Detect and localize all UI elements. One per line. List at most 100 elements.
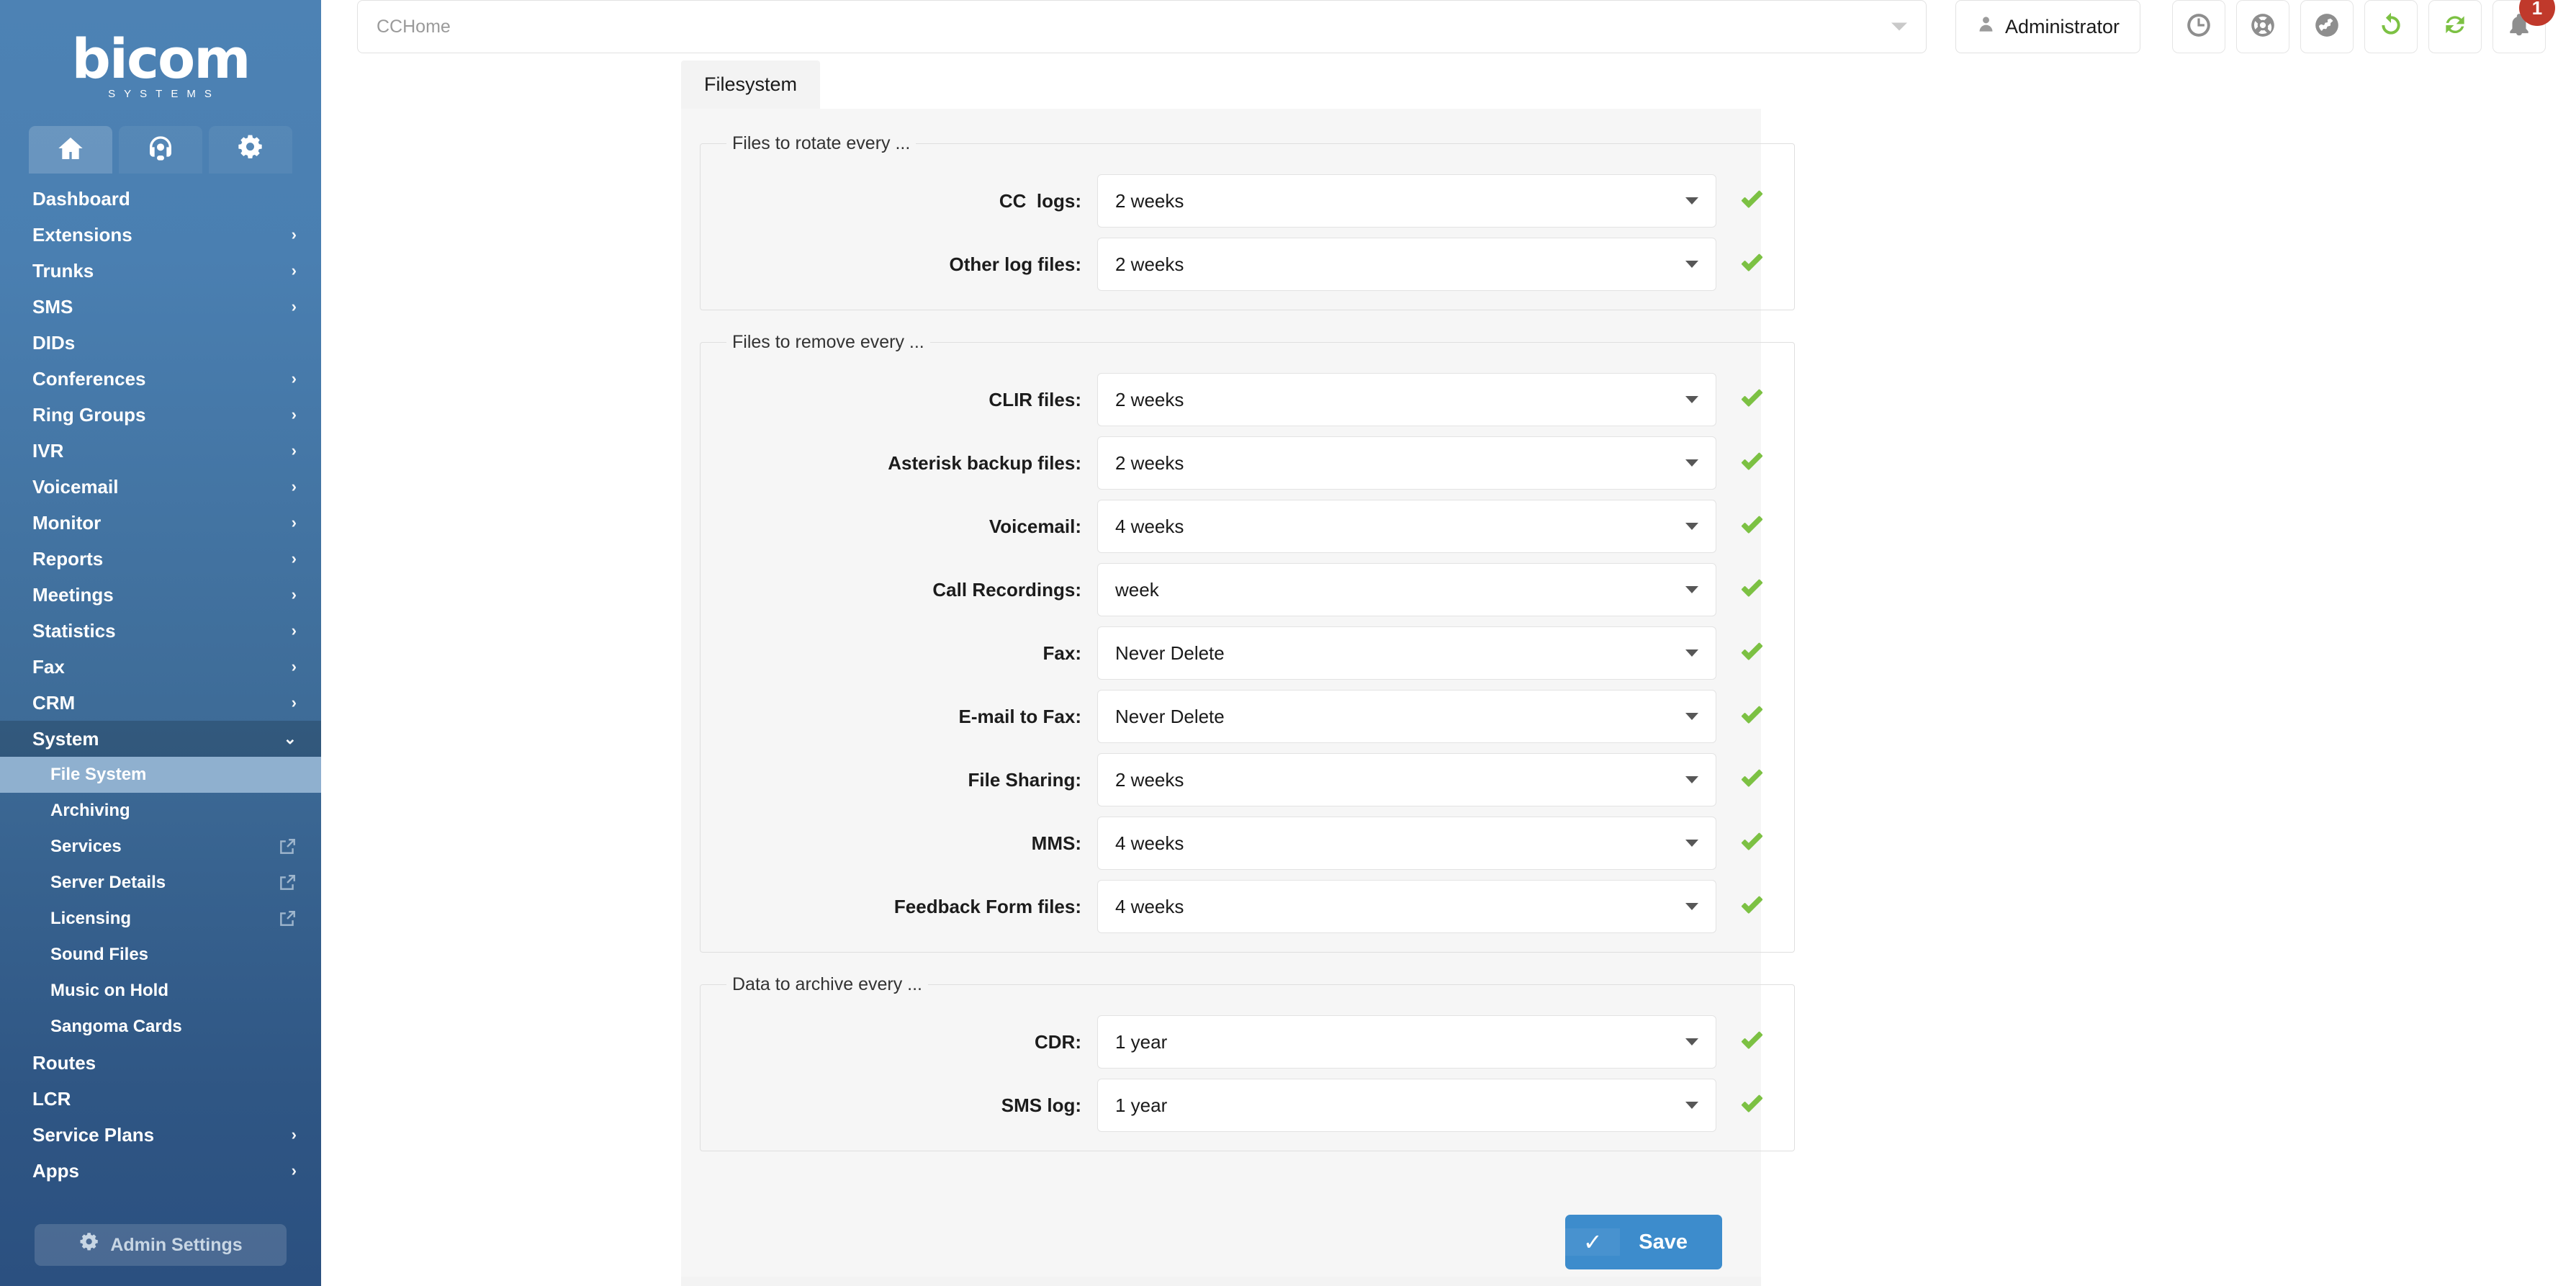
sidebar-item-ring-groups[interactable]: Ring Groups › — [0, 397, 321, 433]
sidebar-item-system[interactable]: System ⌄ — [0, 721, 321, 757]
cc-logs-select[interactable]: 2 weeks — [1097, 174, 1716, 228]
home-tab[interactable] — [29, 126, 112, 174]
gears-icon — [236, 134, 265, 166]
sidebar-item-label: Licensing — [50, 909, 132, 928]
chevron-down-icon — [1685, 776, 1698, 783]
section-files-to-rotate: Files to rotate every ... CC logs: 2 wee… — [700, 133, 1795, 310]
sidebar-item-server-details[interactable]: Server Details — [0, 865, 321, 901]
form-row: Call Recordings: week — [726, 563, 1768, 616]
sidebar-item-file-system[interactable]: File System — [0, 757, 321, 793]
sidebar-item-apps[interactable]: Apps › — [0, 1153, 321, 1189]
sidebar-item-licensing[interactable]: Licensing — [0, 901, 321, 937]
mms-select[interactable]: 4 weeks — [1097, 817, 1716, 870]
language-button[interactable] — [2300, 0, 2354, 53]
brand-logo: bicom SYSTEMS — [0, 0, 321, 126]
sidebar-item-voicemail[interactable]: Voicemail › — [0, 469, 321, 505]
chevron-right-icon: › — [291, 441, 297, 459]
status-ok-icon — [1737, 891, 1768, 922]
search-input[interactable]: CCHome — [357, 0, 1927, 53]
toolbar-icons: 1 — [2172, 0, 2555, 53]
form-row: MMS: 4 weeks — [726, 817, 1768, 870]
sms-log-select[interactable]: 1 year — [1097, 1079, 1716, 1132]
status-ok-icon — [1737, 637, 1768, 669]
form-row: Fax: Never Delete — [726, 626, 1768, 680]
sidebar-item-monitor[interactable]: Monitor › — [0, 505, 321, 541]
email-to-fax-select[interactable]: Never Delete — [1097, 690, 1716, 743]
field-label: Other log files: — [949, 253, 1081, 275]
form-row: CDR: 1 year — [726, 1015, 1768, 1069]
sidebar-item-routes[interactable]: Routes — [0, 1045, 321, 1081]
field-label: CLIR files: — [988, 388, 1081, 410]
file-sharing-select[interactable]: 2 weeks — [1097, 753, 1716, 806]
save-button[interactable]: ✓ Save — [1565, 1215, 1722, 1269]
top-bar: CCHome Administrator 1 — [321, 0, 2576, 53]
chevron-right-icon: › — [291, 621, 297, 639]
select-value: 2 weeks — [1115, 451, 1184, 474]
sidebar: bicom SYSTEMS Dashboard Extensions › Tru… — [0, 0, 321, 1286]
sidebar-item-statistics[interactable]: Statistics › — [0, 613, 321, 649]
sidebar-item-sangoma-cards[interactable]: Sangoma Cards — [0, 1009, 321, 1045]
sidebar-item-label: Monitor — [32, 511, 102, 534]
admin-settings-button[interactable]: Admin Settings — [35, 1224, 287, 1266]
sidebar-item-archiving[interactable]: Archiving — [0, 793, 321, 829]
settings-tab[interactable] — [209, 126, 292, 174]
sync-button[interactable] — [2428, 0, 2482, 53]
user-menu-button[interactable]: Administrator — [1955, 0, 2140, 53]
clock-button[interactable] — [2172, 0, 2225, 53]
help-button[interactable] — [2236, 0, 2289, 53]
chevron-down-icon[interactable] — [1891, 22, 1907, 31]
sidebar-item-services[interactable]: Services — [0, 829, 321, 865]
chevron-right-icon: › — [291, 693, 297, 711]
sidebar-item-dids[interactable]: DIDs — [0, 325, 321, 361]
chevron-right-icon: › — [291, 1161, 297, 1179]
sidebar-item-reports[interactable]: Reports › — [0, 541, 321, 577]
chevron-right-icon: › — [291, 261, 297, 279]
sidebar-item-meetings[interactable]: Meetings › — [0, 577, 321, 613]
contact-center-tab[interactable] — [119, 126, 202, 174]
cdr-select[interactable]: 1 year — [1097, 1015, 1716, 1069]
asterisk-backup-files-select[interactable]: 2 weeks — [1097, 436, 1716, 490]
status-ok-icon — [1737, 701, 1768, 732]
clock-icon — [2185, 12, 2212, 42]
sidebar-item-conferences[interactable]: Conferences › — [0, 361, 321, 397]
call-recordings-select[interactable]: week — [1097, 563, 1716, 616]
chevron-right-icon: › — [291, 225, 297, 243]
sidebar-item-label: Reports — [32, 547, 104, 570]
sidebar-item-label: Dashboard — [32, 187, 130, 210]
sidebar-item-label: Apps — [32, 1159, 79, 1182]
sidebar-item-label: Server Details — [50, 873, 166, 892]
sidebar-item-extensions[interactable]: Extensions › — [0, 217, 321, 253]
gears-icon — [78, 1232, 100, 1259]
form-row: SMS log: 1 year — [726, 1079, 1768, 1132]
sidebar-item-label: File System — [50, 765, 147, 784]
feedback-form-files-select[interactable]: 4 weeks — [1097, 880, 1716, 933]
clir-files-select[interactable]: 2 weeks — [1097, 373, 1716, 426]
tab-filesystem[interactable]: Filesystem — [681, 60, 821, 109]
sidebar-item-label: Sound Files — [50, 945, 149, 964]
main-area: CCHome Administrator 1 Filesystem Files … — [321, 0, 2576, 1286]
chevron-right-icon: › — [291, 513, 297, 531]
chevron-right-icon: › — [291, 477, 297, 495]
sidebar-item-dashboard[interactable]: Dashboard — [0, 181, 321, 217]
sidebar-item-service-plans[interactable]: Service Plans › — [0, 1117, 321, 1153]
sidebar-item-label: Voicemail — [32, 475, 119, 498]
status-ok-icon — [1737, 248, 1768, 280]
fax-select[interactable]: Never Delete — [1097, 626, 1716, 680]
sidebar-item-fax[interactable]: Fax › — [0, 649, 321, 685]
horizontal-scrollbar[interactable] — [681, 1277, 1761, 1286]
select-value: Never Delete — [1115, 705, 1225, 727]
sidebar-item-label: DIDs — [32, 331, 76, 354]
sidebar-item-lcr[interactable]: LCR — [0, 1081, 321, 1117]
sidebar-item-ivr[interactable]: IVR › — [0, 433, 321, 469]
chevron-right-icon: › — [291, 405, 297, 423]
sidebar-item-sound-files[interactable]: Sound Files — [0, 937, 321, 973]
voicemail-select[interactable]: 4 weeks — [1097, 500, 1716, 553]
sidebar-item-music-on-hold[interactable]: Music on Hold — [0, 973, 321, 1009]
notifications-button[interactable]: 1 — [2492, 0, 2555, 53]
sidebar-item-trunks[interactable]: Trunks › — [0, 253, 321, 289]
sidebar-item-sms[interactable]: SMS › — [0, 289, 321, 325]
field-label: CC logs: — [999, 189, 1081, 212]
sidebar-item-crm[interactable]: CRM › — [0, 685, 321, 721]
reload-button[interactable] — [2364, 0, 2418, 53]
other-log-files-select[interactable]: 2 weeks — [1097, 238, 1716, 291]
